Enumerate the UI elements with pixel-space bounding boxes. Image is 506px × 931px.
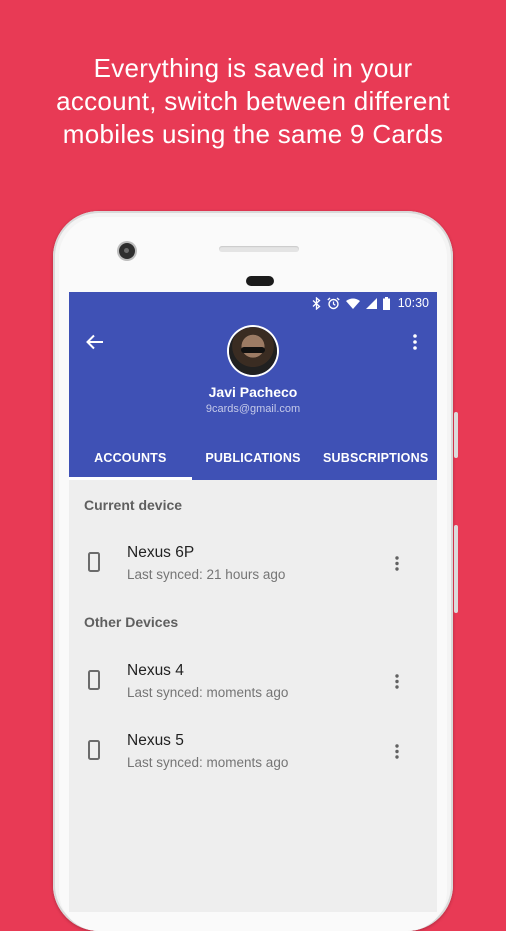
volume-button: [454, 412, 458, 458]
status-bar: 10:30: [69, 292, 437, 314]
back-button[interactable]: [81, 328, 109, 356]
device-last-synced: Last synced: 21 hours ago: [127, 567, 286, 582]
user-email: 9cards@gmail.com: [205, 403, 301, 415]
device-row-nexus-5[interactable]: Nexus 5 Last synced: moments ago: [69, 718, 437, 788]
more-vert-icon: [413, 334, 417, 350]
headline-line-1: Everything is saved in your: [93, 53, 413, 83]
profile-header: 10:30 Javi Pacheco 9cards@gmail.com ACCO…: [69, 292, 437, 480]
device-row-nexus-6p[interactable]: Nexus 6P Last synced: 21 hours ago: [69, 530, 437, 600]
tab-publications[interactable]: PUBLICATIONS: [192, 436, 315, 480]
device-row-nexus-4[interactable]: Nexus 4 Last synced: moments ago: [69, 648, 437, 718]
more-vert-icon: [395, 555, 399, 571]
status-time: 10:30: [397, 296, 429, 310]
smartphone-icon: [88, 740, 100, 760]
signal-icon: [365, 296, 377, 310]
arrow-back-icon: [86, 334, 103, 350]
smartphone-icon: [88, 670, 100, 690]
tab-accounts[interactable]: ACCOUNTS: [69, 436, 192, 480]
tab-bar: ACCOUNTS PUBLICATIONS SUBSCRIPTIONS: [69, 436, 437, 480]
headline-line-2: account, switch between different: [56, 86, 450, 116]
headline: Everything is saved in your account, swi…: [0, 52, 506, 151]
more-vert-icon: [395, 743, 399, 759]
device-last-synced: Last synced: moments ago: [127, 755, 289, 770]
device-name: Nexus 6P: [127, 544, 195, 561]
overflow-menu-button[interactable]: [405, 328, 425, 356]
device-name: Nexus 4: [127, 662, 184, 679]
user-name: Javi Pacheco: [208, 384, 298, 400]
headline-line-3: mobiles using the same 9 Cards: [62, 119, 444, 149]
more-vert-icon: [395, 673, 399, 689]
device-menu-button[interactable]: [389, 670, 405, 692]
device-menu-button[interactable]: [389, 552, 405, 574]
power-button: [454, 525, 458, 613]
earpiece-speaker: [219, 246, 299, 252]
section-title-current: Current device: [84, 497, 183, 513]
battery-icon: [382, 296, 390, 310]
phone-screen: 10:30 Javi Pacheco 9cards@gmail.com ACCO…: [69, 292, 437, 912]
device-name: Nexus 5: [127, 732, 184, 749]
section-title-other: Other Devices: [84, 614, 179, 630]
bluetooth-icon: [312, 296, 321, 310]
wifi-icon: [345, 296, 360, 310]
tab-subscriptions[interactable]: SUBSCRIPTIONS: [314, 436, 437, 480]
alarm-icon: [327, 296, 340, 310]
device-last-synced: Last synced: moments ago: [127, 685, 289, 700]
proximity-sensor: [246, 276, 274, 286]
avatar: [229, 327, 277, 375]
smartphone-icon: [88, 552, 100, 572]
device-list: Current device Nexus 6P Last synced: 21 …: [69, 497, 437, 788]
front-camera: [119, 243, 135, 259]
device-menu-button[interactable]: [389, 740, 405, 762]
